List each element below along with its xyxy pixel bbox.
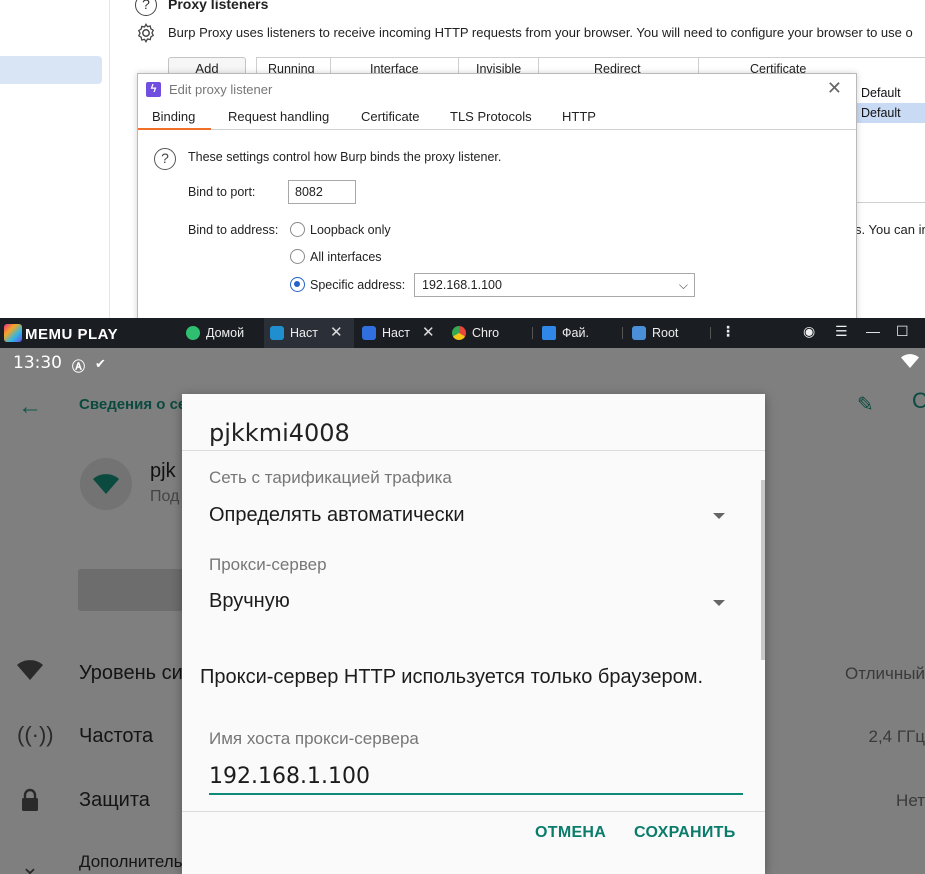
signal-label: Уровень си bbox=[79, 662, 183, 684]
tab-binding[interactable]: Binding bbox=[152, 109, 195, 124]
dialog-title: Edit proxy listener bbox=[169, 82, 273, 97]
metered-select[interactable]: Определять автоматически bbox=[209, 504, 465, 527]
chevron-down-icon: ⌄ bbox=[20, 854, 40, 874]
dialog-tabs: Binding Request handling Certificate TLS… bbox=[138, 104, 856, 130]
frequency-icon: ((·)) bbox=[17, 722, 54, 747]
network-name: pjk bbox=[150, 460, 176, 482]
tab-tls-protocols[interactable]: TLS Protocols bbox=[450, 109, 532, 124]
all-interfaces-label[interactable]: All interfaces bbox=[310, 250, 382, 264]
active-tab-indicator bbox=[138, 128, 211, 130]
proxy-host-label: Имя хоста прокси-сервера bbox=[209, 729, 419, 748]
radio-specific-address[interactable] bbox=[290, 277, 305, 292]
back-arrow-icon[interactable]: ← bbox=[18, 393, 42, 421]
burp-sidebar-selected-item[interactable] bbox=[0, 56, 102, 84]
gear-icon[interactable] bbox=[135, 22, 157, 44]
specific-address-label[interactable]: Specific address: bbox=[310, 278, 405, 292]
proxy-host-input[interactable]: 192.168.1.100 bbox=[209, 764, 370, 789]
checkmark-icon: ✔ bbox=[95, 356, 106, 371]
scrollbar[interactable] bbox=[761, 480, 765, 660]
radio-all-interfaces[interactable] bbox=[290, 249, 305, 264]
menu-icon[interactable]: ☰ bbox=[835, 323, 848, 340]
more-options-icon[interactable]: ⋮ bbox=[721, 323, 735, 340]
loopback-only-label[interactable]: Loopback only bbox=[310, 223, 391, 237]
radio-loopback-only[interactable] bbox=[290, 222, 305, 237]
android-screen: 13:30 Ⓐ ✔ ← Сведения о се ✎ C pjk Под Ур… bbox=[0, 348, 925, 874]
table-row[interactable]: Default bbox=[856, 103, 925, 123]
lock-icon bbox=[17, 788, 43, 814]
burp-sidebar bbox=[0, 0, 110, 318]
close-icon[interactable]: ✕ bbox=[827, 78, 842, 99]
save-button[interactable]: СОХРАНИТЬ bbox=[634, 824, 736, 842]
port-label: Bind to port: bbox=[188, 185, 256, 199]
help-icon[interactable]: ? bbox=[135, 0, 157, 16]
keyboard-icon: Ⓐ bbox=[72, 359, 86, 374]
proxy-info-text: Прокси-сервер HTTP используется только б… bbox=[200, 666, 704, 688]
close-icon[interactable]: ✕ bbox=[330, 318, 343, 348]
forget-button[interactable] bbox=[78, 569, 198, 611]
account-icon[interactable]: ◉ bbox=[803, 323, 815, 340]
memu-tab-home[interactable]: Домой bbox=[180, 318, 264, 348]
maximize-icon[interactable]: ☐ bbox=[896, 323, 909, 340]
network-status: Под bbox=[150, 488, 180, 505]
dropdown-arrow-icon[interactable] bbox=[713, 600, 725, 606]
input-underline bbox=[209, 793, 743, 795]
chrome-icon bbox=[452, 326, 466, 340]
port-input[interactable]: 8082 bbox=[288, 180, 356, 204]
address-label: Bind to address: bbox=[188, 223, 279, 237]
frequency-value: 2,4 ГГц bbox=[868, 727, 925, 746]
tab-http[interactable]: HTTP bbox=[562, 109, 596, 124]
binding-info-text: These settings control how Burp binds th… bbox=[188, 150, 502, 164]
memu-logo: MEMU PLAY bbox=[4, 324, 118, 343]
settings-icon bbox=[270, 326, 284, 340]
memu-tab-files[interactable]: Фай. bbox=[536, 318, 622, 348]
burp-window: ? Proxy listeners Burp Proxy uses listen… bbox=[0, 0, 925, 318]
frequency-label: Частота bbox=[79, 725, 154, 747]
edit-proxy-listener-dialog: ϟ Edit proxy listener ✕ Binding Request … bbox=[137, 73, 857, 318]
folder-icon bbox=[542, 326, 556, 340]
help-icon: ? bbox=[154, 148, 176, 170]
wifi-signal-icon bbox=[17, 660, 43, 686]
proxy-select[interactable]: Вручную bbox=[209, 590, 290, 613]
memu-tab-settings-1[interactable]: Наст ✕ bbox=[264, 318, 354, 348]
network-edit-dialog: pjkkmi4008 Сеть с тарификацией трафика О… bbox=[182, 394, 765, 874]
network-avatar bbox=[80, 458, 132, 510]
settings-icon bbox=[362, 326, 376, 340]
chevron-down-icon: ⌵ bbox=[678, 278, 688, 292]
specific-address-value: 192.168.1.100 bbox=[422, 278, 502, 292]
proxy-label: Прокси-сервер bbox=[209, 555, 327, 574]
wifi-status-icon bbox=[901, 354, 919, 368]
close-icon[interactable]: ✕ bbox=[422, 318, 435, 348]
root-icon bbox=[632, 326, 646, 340]
divider bbox=[182, 450, 765, 451]
security-value: Нет bbox=[896, 791, 925, 810]
tab-request-handling[interactable]: Request handling bbox=[228, 109, 329, 124]
wifi-icon bbox=[93, 474, 119, 494]
ca-cert-text: s. You can in bbox=[855, 222, 925, 237]
tab-certificate[interactable]: Certificate bbox=[361, 109, 420, 124]
memu-titlebar: MEMU PLAY Домой Наст ✕ Наст ✕ Chro Фай. … bbox=[0, 318, 925, 348]
share-icon[interactable]: C bbox=[912, 388, 925, 414]
proxy-listeners-description: Burp Proxy uses listeners to receive inc… bbox=[168, 25, 913, 40]
proxy-listeners-title: Proxy listeners bbox=[168, 0, 269, 12]
metered-label: Сеть с тарификацией трафика bbox=[209, 468, 452, 487]
divider bbox=[182, 811, 765, 812]
memu-tab-root[interactable]: Root bbox=[626, 318, 710, 348]
dropdown-arrow-icon[interactable] bbox=[713, 513, 725, 519]
dialog-title: pjkkmi4008 bbox=[209, 419, 350, 447]
specific-address-select[interactable]: 192.168.1.100 ⌵ bbox=[414, 273, 695, 297]
home-icon bbox=[186, 326, 200, 340]
minimize-icon[interactable]: — bbox=[866, 323, 880, 339]
burp-logo-icon: ϟ bbox=[146, 82, 161, 97]
memu-tab-chrome[interactable]: Chro bbox=[446, 318, 532, 348]
security-label: Защита bbox=[79, 789, 150, 811]
table-row[interactable]: Default bbox=[856, 83, 925, 103]
status-time: 13:30 bbox=[13, 353, 62, 373]
appbar-title: Сведения о се bbox=[79, 396, 187, 413]
memu-tab-settings-2[interactable]: Наст ✕ bbox=[356, 318, 444, 348]
edit-icon[interactable]: ✎ bbox=[857, 392, 874, 417]
signal-value: Отличный bbox=[844, 664, 925, 683]
cancel-button[interactable]: ОТМЕНА bbox=[535, 824, 606, 842]
